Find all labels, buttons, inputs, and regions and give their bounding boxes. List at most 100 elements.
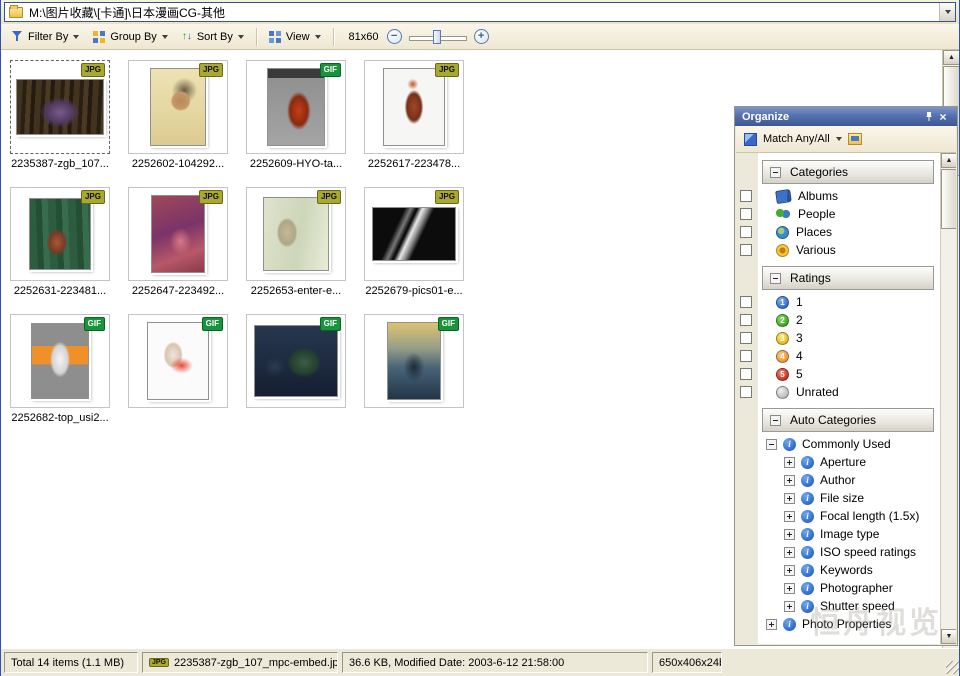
scroll-up-icon[interactable]: ▲: [941, 153, 956, 168]
auto-author[interactable]: iAuthor: [736, 471, 956, 489]
resize-grip-icon[interactable]: [946, 661, 959, 674]
rating-4[interactable]: 44: [736, 347, 956, 365]
path-dropdown[interactable]: [939, 3, 955, 21]
thumbnail-item[interactable]: JPG 2235387-zgb_107...: [10, 60, 110, 170]
expand-icon[interactable]: [784, 457, 795, 468]
rating-2[interactable]: 22: [736, 311, 956, 329]
collapse-icon[interactable]: [766, 439, 777, 450]
auto-aperture[interactable]: iAperture: [736, 453, 956, 471]
categories-section-label: Categories: [790, 165, 848, 179]
rating-1[interactable]: 11: [736, 293, 956, 311]
match-any-all-button[interactable]: Match Any/All: [763, 133, 830, 145]
checkbox[interactable]: [740, 368, 752, 380]
sort-by-button[interactable]: ↑↓ Sort By: [177, 29, 249, 45]
auto-keywords[interactable]: iKeywords: [736, 561, 956, 579]
rating-3[interactable]: 33: [736, 329, 956, 347]
scrollbar-thumb[interactable]: [941, 169, 956, 229]
expand-icon[interactable]: [766, 619, 777, 630]
thumbnail-item[interactable]: GIF: [246, 314, 346, 424]
thumbnail-item[interactable]: GIF: [128, 314, 228, 424]
filter-by-button[interactable]: Filter By: [7, 29, 84, 45]
thumbnail-item[interactable]: GIF 2252609-HYO-ta...: [246, 60, 346, 170]
expand-icon[interactable]: [784, 493, 795, 504]
checkbox[interactable]: [740, 350, 752, 362]
status-file-name: 2235387-zgb_107_mpc-embed.jpg: [174, 657, 338, 669]
organize-panel-header: Organize ×: [735, 107, 957, 126]
file-type-badge: JPG: [81, 63, 105, 77]
thumbnail-item[interactable]: GIF 2252682-top_usi2...: [10, 314, 110, 424]
file-type-badge: GIF: [320, 63, 341, 77]
rating-unrated[interactable]: Unrated: [736, 383, 956, 401]
checkbox[interactable]: [740, 296, 752, 308]
file-type-badge: GIF: [320, 317, 341, 331]
checkbox[interactable]: [740, 314, 752, 326]
group-icon: [93, 31, 105, 43]
path-combo[interactable]: M:\图片收藏\[卡通]\日本漫画CG-其他: [4, 2, 956, 22]
checkbox[interactable]: [740, 190, 752, 202]
thumbnail-name: 2252609-HYO-ta...: [246, 158, 346, 170]
scroll-up-icon[interactable]: ▲: [943, 50, 959, 65]
auto-iso[interactable]: iISO speed ratings: [736, 543, 956, 561]
thumbnail-item[interactable]: JPG 2252653-enter-e...: [246, 187, 346, 297]
scroll-down-icon[interactable]: ▼: [941, 629, 956, 644]
pin-icon[interactable]: [922, 110, 936, 123]
info-icon: i: [801, 582, 814, 595]
checkbox[interactable]: [740, 386, 752, 398]
collapse-icon[interactable]: [770, 167, 781, 178]
file-type-badge: JPG: [199, 63, 223, 77]
auto-photo-properties[interactable]: iPhoto Properties: [736, 615, 956, 633]
zoom-out-button[interactable]: −: [387, 29, 402, 44]
auto-shutter-speed[interactable]: iShutter speed: [736, 597, 956, 615]
thumbnail-item[interactable]: JPG 2252617-223478...: [364, 60, 464, 170]
thumbnail-name: 2252647-223492...: [128, 285, 228, 297]
thumbnail-item[interactable]: JPG 2252631-223481...: [10, 187, 110, 297]
checkbox[interactable]: [740, 226, 752, 238]
expand-icon[interactable]: [784, 601, 795, 612]
expand-icon[interactable]: [784, 529, 795, 540]
category-albums[interactable]: Albums: [736, 187, 956, 205]
info-icon: i: [801, 546, 814, 559]
checkbox[interactable]: [740, 208, 752, 220]
rating-5[interactable]: 55: [736, 365, 956, 383]
categories-section-header[interactable]: Categories: [762, 160, 934, 184]
category-people[interactable]: People: [736, 205, 956, 223]
thumbnail-item[interactable]: JPG 2252679-pics01-e...: [364, 187, 464, 297]
collapse-icon[interactable]: [770, 415, 781, 426]
category-various[interactable]: Various: [736, 241, 956, 259]
expand-icon[interactable]: [784, 511, 795, 522]
zoom-in-button[interactable]: +: [474, 29, 489, 44]
path-bar: M:\图片收藏\[卡通]\日本漫画CG-其他: [1, 0, 959, 24]
auto-focal-length[interactable]: iFocal length (1.5x): [736, 507, 956, 525]
expand-icon[interactable]: [784, 565, 795, 576]
close-icon[interactable]: ×: [936, 110, 950, 123]
auto-image-type[interactable]: iImage type: [736, 525, 956, 543]
thumbnail-item[interactable]: GIF: [364, 314, 464, 424]
view-button[interactable]: View: [264, 29, 326, 45]
auto-file-size[interactable]: iFile size: [736, 489, 956, 507]
thumbnail-item[interactable]: JPG 2252647-223492...: [128, 187, 228, 297]
easy-select-icon[interactable]: [848, 133, 862, 145]
status-image-dimensions: 650x406x24b: [652, 652, 722, 673]
collapse-icon[interactable]: [770, 273, 781, 284]
expand-icon[interactable]: [784, 547, 795, 558]
checkbox[interactable]: [740, 244, 752, 256]
info-icon: i: [783, 438, 796, 451]
match-icon: [744, 133, 757, 146]
expand-icon[interactable]: [784, 475, 795, 486]
view-icon: [269, 31, 281, 43]
ratings-section-header[interactable]: Ratings: [762, 266, 934, 290]
thumbnail-name: 2252617-223478...: [364, 158, 464, 170]
slider-thumb[interactable]: [433, 30, 441, 44]
organize-vertical-scrollbar[interactable]: ▲ ▼: [940, 153, 956, 644]
checkbox[interactable]: [740, 332, 752, 344]
auto-categories-section-header[interactable]: Auto Categories: [762, 408, 934, 432]
thumbnail-size-slider[interactable]: [409, 29, 467, 45]
group-by-button[interactable]: Group By: [88, 29, 172, 45]
filter-by-label: Filter By: [28, 31, 68, 43]
thumbnail-name: 2252653-enter-e...: [246, 285, 346, 297]
auto-photographer[interactable]: iPhotographer: [736, 579, 956, 597]
thumbnail-item[interactable]: JPG 2252602-104292...: [128, 60, 228, 170]
auto-commonly-used[interactable]: iCommonly Used: [736, 435, 956, 453]
category-places[interactable]: Places: [736, 223, 956, 241]
expand-icon[interactable]: [784, 583, 795, 594]
